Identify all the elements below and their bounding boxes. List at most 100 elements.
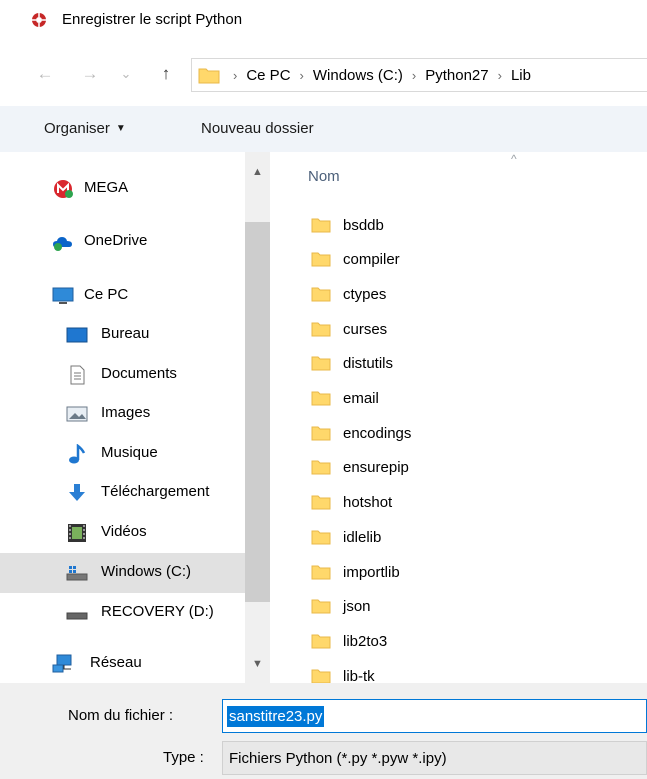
file-name: ctypes bbox=[343, 285, 387, 303]
nav-item-onedrive[interactable]: OneDrive bbox=[0, 222, 245, 262]
file-name: json bbox=[343, 597, 371, 615]
nav-item-label: Documents bbox=[101, 365, 177, 382]
folder-icon bbox=[311, 287, 331, 302]
list-item[interactable]: ctypes bbox=[311, 277, 386, 311]
file-name: lib-tk bbox=[343, 667, 375, 684]
file-name: importlib bbox=[343, 563, 400, 581]
list-item[interactable]: email bbox=[311, 381, 379, 415]
list-item[interactable]: ensurepip bbox=[311, 450, 409, 484]
onedrive-icon bbox=[53, 237, 72, 251]
organize-button[interactable]: Organiser ▼ bbox=[44, 120, 126, 137]
nav-item-label: Windows (C:) bbox=[101, 563, 192, 580]
nav-item-ce-pc[interactable]: Ce PC bbox=[0, 276, 245, 316]
filename-label: Nom du fichier : bbox=[68, 707, 174, 724]
folder-icon bbox=[311, 599, 331, 614]
nav-item-label: Téléchargement bbox=[101, 483, 210, 500]
nav-item-label: Ce PC bbox=[84, 286, 129, 303]
drive-icon bbox=[66, 612, 88, 620]
breadcrumb-separator[interactable]: › bbox=[412, 68, 416, 83]
file-name: idlelib bbox=[343, 528, 382, 546]
type-label: Type : bbox=[163, 749, 204, 766]
scroll-up-arrow-icon[interactable]: ▲ bbox=[245, 162, 270, 182]
list-item[interactable]: curses bbox=[311, 312, 387, 346]
navigation-pane-scrollbar[interactable]: ▲ ▼ bbox=[245, 152, 270, 683]
breadcrumb-item-lib[interactable]: Lib bbox=[511, 67, 531, 84]
address-bar[interactable]: › Ce PC › Windows (C:) › Python27 › Lib bbox=[191, 58, 647, 92]
nav-item-windows-c[interactable]: Windows (C:) bbox=[0, 553, 245, 593]
file-list: ^ Nom bsddb compiler ctypes curses distu… bbox=[271, 152, 647, 683]
images-icon bbox=[66, 406, 88, 422]
file-name: curses bbox=[343, 320, 388, 338]
list-item[interactable]: lib2to3 bbox=[311, 624, 387, 658]
scrollbar-thumb[interactable] bbox=[245, 222, 270, 602]
sort-ascending-icon: ^ bbox=[511, 152, 517, 166]
list-item[interactable]: compiler bbox=[311, 242, 400, 276]
organize-label: Organiser bbox=[44, 120, 110, 137]
nav-item-recovery-d[interactable]: RECOVERY (D:) bbox=[0, 593, 245, 633]
list-item[interactable]: bsddb bbox=[311, 208, 384, 242]
folder-icon bbox=[311, 426, 331, 441]
list-item[interactable]: json bbox=[311, 589, 371, 623]
list-item[interactable]: importlib bbox=[311, 555, 400, 589]
navigation-row: ← → ⌄ ↑ › Ce PC › Windows (C:) › Python2… bbox=[0, 58, 647, 92]
folder-icon bbox=[311, 634, 331, 649]
breadcrumb-item-python27[interactable]: Python27 bbox=[425, 67, 488, 84]
nav-item-images[interactable]: Images bbox=[0, 394, 245, 434]
network-icon bbox=[52, 654, 72, 673]
nav-item-label: Vidéos bbox=[101, 523, 147, 540]
command-bar: Organiser ▼ Nouveau dossier bbox=[0, 106, 647, 152]
nav-item-label: Musique bbox=[101, 444, 158, 461]
folder-icon bbox=[311, 218, 331, 233]
breadcrumb-separator[interactable]: › bbox=[300, 68, 304, 83]
list-item[interactable]: idlelib bbox=[311, 520, 381, 554]
folder-icon bbox=[311, 669, 331, 683]
window-title: Enregistrer le script Python bbox=[62, 11, 243, 28]
folder-icon bbox=[198, 68, 220, 84]
file-name: hotshot bbox=[343, 493, 393, 511]
breadcrumb-item-windows-c[interactable]: Windows (C:) bbox=[313, 67, 403, 84]
drive-icon bbox=[66, 566, 88, 581]
list-item[interactable]: hotshot bbox=[311, 485, 392, 519]
folder-icon bbox=[311, 495, 331, 510]
file-name: ensurepip bbox=[343, 458, 409, 476]
title-bar: Enregistrer le script Python bbox=[0, 0, 647, 42]
nav-item-musique[interactable]: Musique bbox=[0, 434, 245, 474]
mega-icon bbox=[54, 180, 73, 198]
dropdown-caret-icon: ▼ bbox=[115, 123, 126, 134]
scroll-down-arrow-icon[interactable]: ▼ bbox=[245, 654, 270, 674]
folder-icon bbox=[311, 565, 331, 580]
music-note-icon bbox=[69, 444, 86, 464]
documents-icon bbox=[70, 365, 85, 385]
list-item[interactable]: distutils bbox=[311, 346, 393, 380]
filename-input[interactable]: sanstitre23.py bbox=[222, 699, 647, 733]
up-arrow-icon[interactable]: ↑ bbox=[156, 64, 176, 84]
folder-icon bbox=[311, 391, 331, 406]
breadcrumb-separator: › bbox=[233, 67, 238, 83]
nav-item-mega[interactable]: MEGA bbox=[0, 169, 245, 209]
breadcrumb-item-ce-pc[interactable]: Ce PC bbox=[246, 67, 290, 84]
list-item[interactable]: encodings bbox=[311, 416, 411, 450]
nav-item-videos[interactable]: Vidéos bbox=[0, 513, 245, 553]
new-folder-button[interactable]: Nouveau dossier bbox=[201, 120, 314, 137]
nav-item-documents[interactable]: Documents bbox=[0, 355, 245, 395]
column-header-name[interactable]: Nom bbox=[308, 168, 340, 185]
list-item[interactable]: lib-tk bbox=[311, 659, 375, 683]
folder-icon bbox=[311, 356, 331, 371]
file-name: distutils bbox=[343, 354, 394, 372]
nav-item-bureau[interactable]: Bureau bbox=[0, 315, 245, 355]
nav-item-label: Images bbox=[101, 404, 151, 421]
nav-item-telechargement[interactable]: Téléchargement bbox=[0, 473, 245, 513]
nav-item-reseau[interactable]: Réseau bbox=[0, 646, 245, 686]
file-name: email bbox=[343, 389, 379, 407]
filename-value: sanstitre23.py bbox=[227, 705, 325, 727]
breadcrumb-separator[interactable]: › bbox=[498, 68, 502, 83]
save-form: Nom du fichier : sanstitre23.py Type : F… bbox=[0, 683, 647, 779]
back-arrow-icon[interactable]: ← bbox=[35, 64, 55, 84]
folder-icon bbox=[311, 322, 331, 337]
nav-item-label: RECOVERY (D:) bbox=[101, 603, 214, 620]
nav-item-label: Bureau bbox=[101, 325, 150, 342]
recent-locations-chevron-icon[interactable]: ⌄ bbox=[116, 64, 136, 84]
folder-icon bbox=[311, 530, 331, 545]
forward-arrow-icon[interactable]: → bbox=[80, 64, 100, 84]
file-type-select[interactable]: Fichiers Python (*.py *.pyw *.ipy) bbox=[222, 741, 647, 775]
